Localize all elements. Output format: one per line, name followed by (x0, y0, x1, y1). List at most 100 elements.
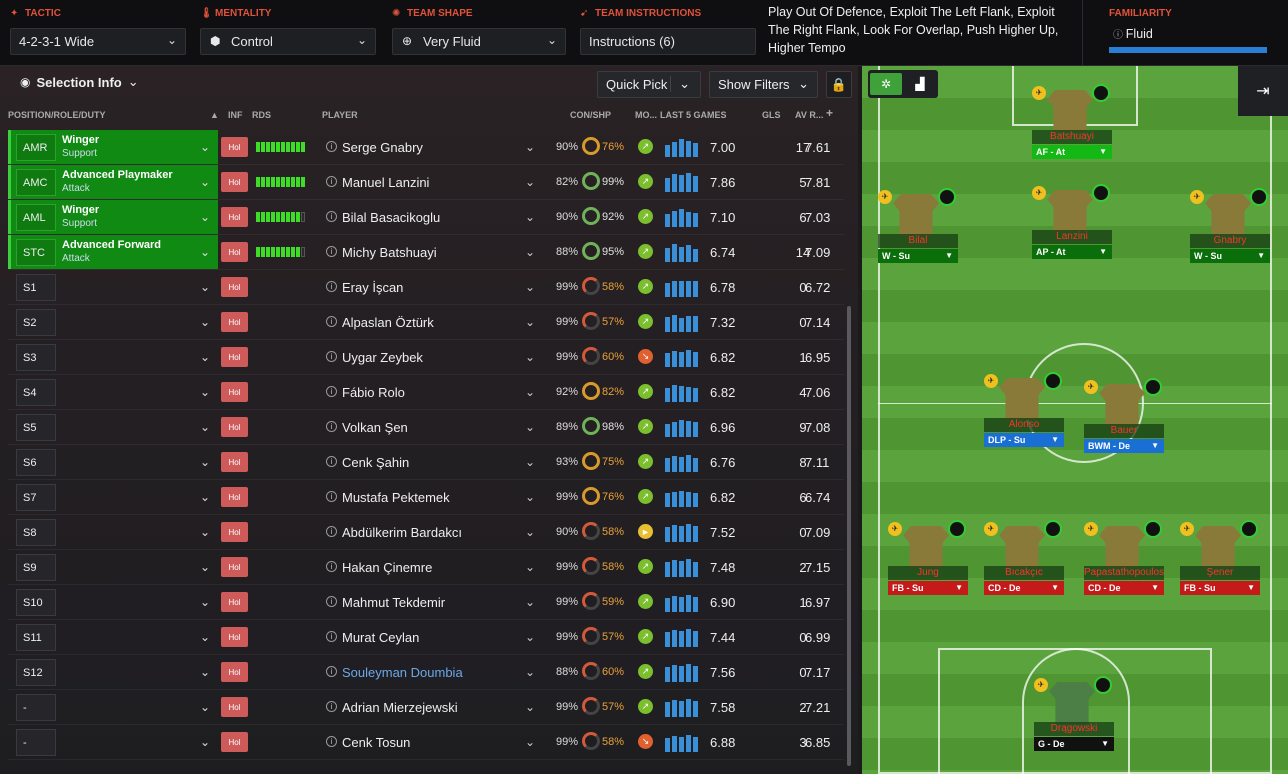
col-player[interactable]: PLAYER (322, 110, 358, 120)
table-row[interactable]: S5 ⌄ Hol i Volkan Şen ⌄ 89% 98% ↗ 6.96 9 7.08 (8, 410, 844, 445)
chevron-down-icon[interactable]: ⌄ (525, 280, 535, 294)
table-row[interactable]: STC Advanced Forward Attack ⌄ Hol i Michy Bats… (8, 235, 844, 270)
col-rds[interactable]: RDS (252, 110, 271, 120)
scrollbar[interactable] (847, 306, 851, 766)
chevron-down-icon[interactable]: ⌄ (200, 210, 210, 224)
info-icon[interactable]: i (326, 666, 337, 677)
pitch-player-role[interactable]: AP - At ▼ (1032, 245, 1112, 259)
player-name[interactable]: Hakan Çinemre (342, 560, 432, 575)
player-name[interactable]: Alpaslan Öztürk (342, 315, 434, 330)
chevron-down-icon[interactable]: ⌄ (525, 315, 535, 329)
position-box[interactable]: S12 (16, 659, 56, 686)
chevron-down-icon[interactable]: ⌄ (200, 245, 210, 259)
position-box[interactable]: S2 (16, 309, 56, 336)
chevron-down-icon[interactable]: ⌄ (525, 490, 535, 504)
quick-pick-button[interactable]: Quick Pick ⌄ (597, 71, 701, 98)
player-name[interactable]: Uygar Zeybek (342, 350, 423, 365)
team-instructions-button[interactable]: Instructions (6) (580, 28, 756, 55)
tactic-select[interactable]: 4-2-3-1 Wide ⌄ (10, 28, 186, 55)
info-icon[interactable]: i (326, 596, 337, 607)
chevron-down-icon[interactable]: ⌄ (525, 560, 535, 574)
position-box[interactable]: AML (16, 204, 56, 231)
sort-up-icon[interactable]: ▲ (210, 110, 219, 120)
position-box[interactable]: S4 (16, 379, 56, 406)
chevron-down-icon[interactable]: ⌄ (200, 630, 210, 644)
chevron-down-icon[interactable]: ⌄ (200, 350, 210, 364)
pitch-player-role[interactable]: CD - De ▼ (984, 581, 1064, 595)
selection-info-button[interactable]: ◉ Selection Info ⌄ (20, 74, 139, 90)
position-box[interactable]: S7 (16, 484, 56, 511)
pitch-player-role[interactable]: BWM - De ▼ (1084, 439, 1164, 453)
info-icon[interactable]: i (326, 386, 337, 397)
chart-view-icon[interactable]: ▟ (904, 73, 936, 95)
chevron-down-icon[interactable]: ⌄ (200, 525, 210, 539)
chevron-down-icon[interactable]: ⌄ (525, 595, 535, 609)
pitch-player-role[interactable]: DLP - Su ▼ (984, 433, 1064, 447)
info-icon[interactable]: i (326, 631, 337, 642)
table-row[interactable]: AMR Winger Support ⌄ Hol i Serge Gnabry ⌄ 90% 76%… (8, 130, 844, 165)
table-row[interactable]: S10 ⌄ Hol i Mahmut Tekdemir ⌄ 99% 59% ↗ 6.90 1 6.97 (8, 585, 844, 620)
info-icon[interactable]: i (326, 736, 337, 747)
chevron-down-icon[interactable]: ⌄ (200, 735, 210, 749)
info-icon[interactable]: i (326, 316, 337, 327)
info-icon[interactable]: i (326, 246, 337, 257)
show-filters-button[interactable]: Show Filters ⌄ (709, 71, 818, 98)
position-box[interactable]: S8 (16, 519, 56, 546)
add-column-icon[interactable]: + (826, 106, 833, 120)
chevron-down-icon[interactable]: ⌄ (525, 140, 535, 154)
table-row[interactable]: S8 ⌄ Hol i Abdülkerim Bardakcı ⌄ 90% 58% ► 7.52 0 7… (8, 515, 844, 550)
pitch-player-role[interactable]: CD - De ▼ (1084, 581, 1164, 595)
chevron-down-icon[interactable]: ⌄ (200, 175, 210, 189)
chevron-down-icon[interactable]: ⌄ (525, 455, 535, 469)
chevron-down-icon[interactable]: ⌄ (525, 735, 535, 749)
table-row[interactable]: S4 ⌄ Hol i Fábio Rolo ⌄ 92% 82% ↗ 6.82 4 7.06 (8, 375, 844, 410)
chevron-down-icon[interactable]: ⌄ (200, 700, 210, 714)
pitch-player-role[interactable]: G - De ▼ (1034, 737, 1114, 751)
table-row[interactable]: S12 ⌄ Hol i Souleyman Doumbia ⌄ 88% 60% ↗ 7.56 0 7.… (8, 655, 844, 690)
col-position[interactable]: POSITION/ROLE/DUTY (8, 110, 106, 120)
chevron-down-icon[interactable]: ⌄ (525, 525, 535, 539)
table-row[interactable]: AML Winger Support ⌄ Hol i Bilal Basacikoglu ⌄ 9… (8, 200, 844, 235)
chevron-down-icon[interactable]: ⌄ (200, 280, 210, 294)
table-row[interactable]: - ⌄ Hol i Cenk Tosun ⌄ 99% 58% ↘ 6.88 3 6.85 (8, 725, 844, 760)
chevron-down-icon[interactable]: ⌄ (200, 420, 210, 434)
player-name[interactable]: Michy Batshuayi (342, 245, 437, 260)
chevron-down-icon[interactable]: ⌄ (200, 560, 210, 574)
table-row[interactable]: S3 ⌄ Hol i Uygar Zeybek ⌄ 99% 60% ↘ 6.82 1 6.95 (8, 340, 844, 375)
chevron-down-icon[interactable]: ⌄ (200, 595, 210, 609)
pitch-player-role[interactable]: W - Su ▼ (878, 249, 958, 263)
player-name[interactable]: Adrian Mierzejewski (342, 700, 458, 715)
info-icon[interactable]: i (326, 561, 337, 572)
info-icon[interactable]: i (326, 456, 337, 467)
position-box[interactable]: S6 (16, 449, 56, 476)
position-box[interactable]: AMC (16, 169, 56, 196)
chevron-down-icon[interactable]: ⌄ (525, 665, 535, 679)
info-icon[interactable]: i (326, 141, 337, 152)
chevron-down-icon[interactable]: ⌄ (525, 420, 535, 434)
mentality-select[interactable]: ⬢ Control ⌄ (200, 28, 376, 55)
table-row[interactable]: S2 ⌄ Hol i Alpaslan Öztürk ⌄ 99% 57% ↗ 7.32 0 7.14 (8, 305, 844, 340)
info-icon[interactable]: i (326, 211, 337, 222)
col-avg-rating[interactable]: AV R... (795, 110, 823, 120)
chevron-down-icon[interactable]: ⌄ (525, 385, 535, 399)
info-icon[interactable]: i (326, 421, 337, 432)
player-name[interactable]: Souleyman Doumbia (342, 665, 463, 680)
info-icon[interactable]: i (326, 351, 337, 362)
player-name[interactable]: Mahmut Tekdemir (342, 595, 445, 610)
col-morale[interactable]: MO... (635, 110, 657, 120)
pitch-player-role[interactable]: FB - Su ▼ (888, 581, 968, 595)
chevron-down-icon[interactable]: ⌄ (200, 455, 210, 469)
team-shape-select[interactable]: ⊕ Very Fluid ⌄ (392, 28, 566, 55)
position-box[interactable]: S9 (16, 554, 56, 581)
info-icon[interactable]: i (326, 701, 337, 712)
player-name[interactable]: Serge Gnabry (342, 140, 423, 155)
pitch-player-role[interactable]: AF - At ▼ (1032, 145, 1112, 159)
chevron-down-icon[interactable]: ⌄ (525, 245, 535, 259)
table-row[interactable]: - ⌄ Hol i Adrian Mierzejewski ⌄ 99% 57% ↗ 7.58 2 7.… (8, 690, 844, 725)
chevron-down-icon[interactable]: ⌄ (525, 700, 535, 714)
position-box[interactable]: STC (16, 239, 56, 266)
col-inf[interactable]: INF (228, 110, 243, 120)
player-name[interactable]: Fábio Rolo (342, 385, 405, 400)
player-name[interactable]: Volkan Şen (342, 420, 408, 435)
chevron-down-icon[interactable]: ⌄ (525, 350, 535, 364)
